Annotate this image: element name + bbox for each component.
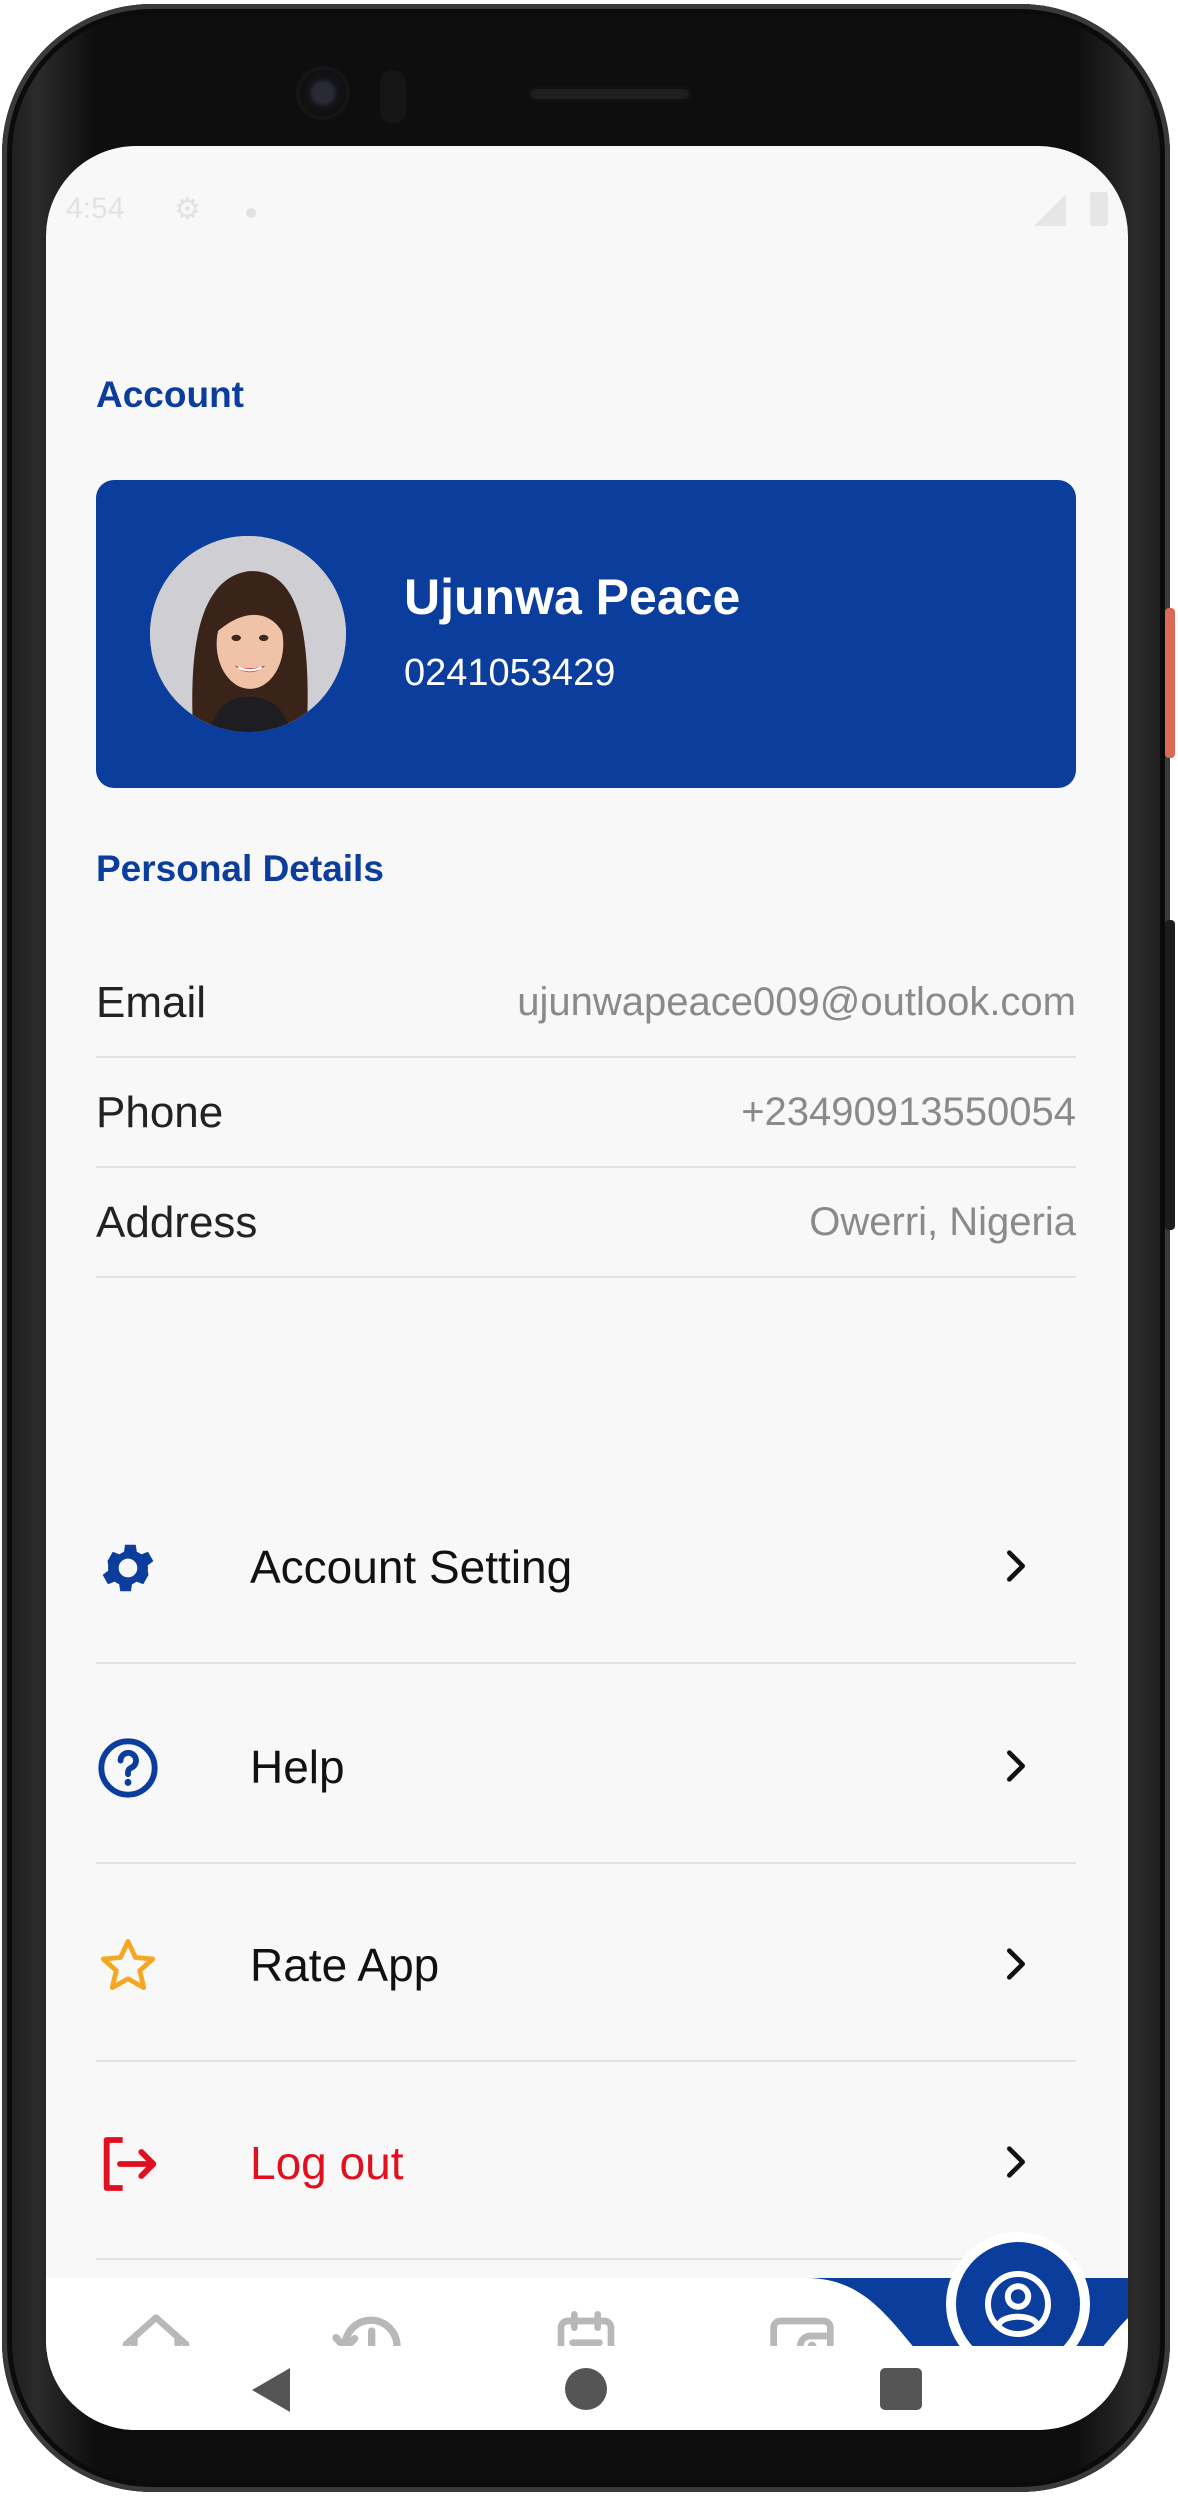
chevron-right-icon (996, 1546, 1036, 1586)
menu-item-account-setting[interactable]: Account Setting (96, 1466, 1076, 1664)
power-button (1165, 608, 1175, 758)
proximity-sensor (380, 70, 406, 124)
settings-status-icon: ⚙ (174, 193, 201, 226)
menu-item-label: Rate App (250, 1939, 440, 1991)
chevron-right-icon (996, 1944, 1036, 1984)
home-circle-icon[interactable] (565, 2368, 607, 2410)
detail-label: Phone (96, 1088, 224, 1137)
signal-icon (1034, 194, 1066, 226)
question-circle-icon (96, 1736, 160, 1800)
back-icon[interactable] (252, 2368, 290, 2412)
personal-details-title: Personal Details (96, 848, 384, 889)
menu-item-label: Help (250, 1741, 345, 1793)
detail-row-phone: Phone +23490913550054 (96, 1058, 1076, 1168)
volume-button (1165, 920, 1175, 1230)
detail-row-address: Address Owerri, Nigeria (96, 1168, 1076, 1278)
avatar-photo (150, 536, 346, 732)
profile-card[interactable]: Ujunwa Peace 0241053429 (96, 480, 1076, 788)
front-camera (300, 70, 346, 116)
detail-label: Address (96, 1198, 258, 1247)
menu-item-label: Account Setting (250, 1541, 573, 1593)
menu-item-label: Log out (250, 2137, 404, 2189)
detail-row-email: Email ujunwapeace009@outlook.com (96, 948, 1076, 1058)
menu-item-rate-app[interactable]: Rate App (96, 1864, 1076, 2062)
profile-icon (985, 2271, 1051, 2337)
profile-phone: 0241053429 (404, 652, 616, 694)
menu-item-help[interactable]: Help (96, 1666, 1076, 1864)
detail-label: Email (96, 978, 207, 1027)
gear-icon (96, 1536, 160, 1600)
chevron-right-icon (996, 1746, 1036, 1786)
screen: 4:54 ⚙ Account Ujunwa Peace 0241053429 P… (46, 146, 1128, 2430)
logout-icon (96, 2132, 160, 2196)
earpiece-speaker (528, 86, 692, 102)
system-navigation-bar (46, 2346, 1128, 2430)
detail-value: +23490913550054 (741, 1090, 1076, 1134)
avatar (150, 536, 346, 732)
profile-name: Ujunwa Peace (404, 569, 741, 625)
status-bar: 4:54 ⚙ (46, 192, 1128, 236)
detail-value: ujunwapeace009@outlook.com (517, 980, 1076, 1024)
status-time: 4:54 (66, 192, 125, 225)
chevron-right-icon (996, 2142, 1036, 2182)
battery-icon (1090, 192, 1108, 226)
recent-apps-icon[interactable] (880, 2368, 922, 2410)
star-icon (96, 1934, 160, 1998)
account-section-title: Account (96, 374, 244, 415)
menu-item-log-out[interactable]: Log out (96, 2062, 1076, 2260)
detail-value: Owerri, Nigeria (809, 1200, 1076, 1244)
notification-dot-icon (246, 208, 256, 218)
